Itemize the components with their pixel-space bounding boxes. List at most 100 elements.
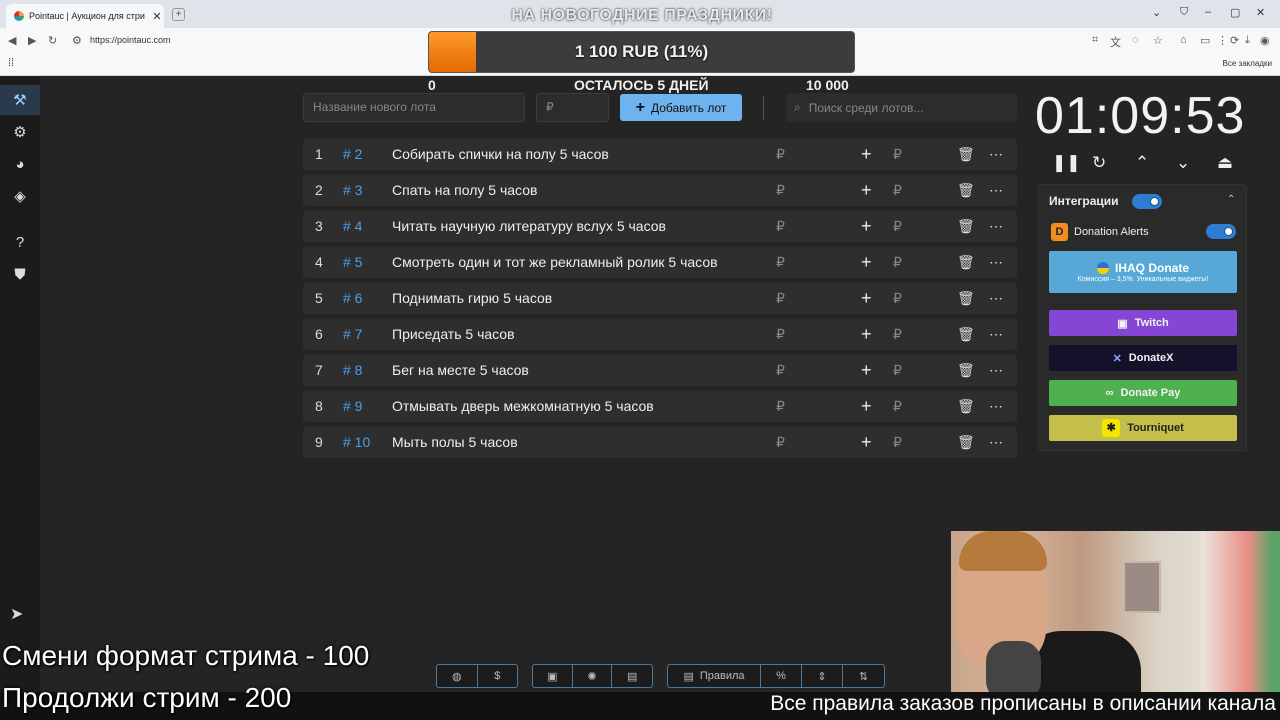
maximize-icon[interactable]: ▢ — [1230, 6, 1240, 19]
donatex-button[interactable]: ✕ DonateX — [1049, 345, 1237, 371]
lot-row[interactable]: 8 # 9 Отмывать дверь межкомнатную 5 часов ₽… — [303, 391, 1017, 422]
add-amount-rub-input[interactable]: ₽ — [893, 355, 902, 386]
window-menu-icon[interactable]: ⌄ — [1152, 6, 1161, 19]
sidebar-toggle-icon[interactable]: ▭ — [1200, 34, 1210, 47]
save-icon[interactable]: ▣ — [533, 665, 573, 687]
add-amount-plus-icon[interactable]: + — [861, 355, 872, 386]
lot-row[interactable]: 4 # 5 Смотреть один и тот же рекламный рол… — [303, 247, 1017, 278]
donate-dollar-icon[interactable]: $ — [478, 665, 518, 687]
new-tab-button[interactable]: + — [172, 8, 185, 21]
add-amount-rub-input[interactable]: ₽ — [893, 283, 902, 314]
lot-name[interactable]: Читать научную литературу вслух 5 часов — [392, 211, 666, 242]
add-amount-rub-input[interactable]: ₽ — [893, 175, 902, 206]
add-amount-plus-icon[interactable]: + — [861, 139, 872, 170]
lot-name[interactable]: Смотреть один и тот же рекламный ролик 5… — [392, 247, 718, 278]
forward-icon[interactable]: ▶ — [28, 34, 36, 47]
lot-search-input[interactable]: ⌕ Поиск среди лотов... — [786, 93, 1017, 122]
add-amount-plus-icon[interactable]: + — [861, 391, 872, 422]
donate-pay-button[interactable]: ∞ Donate Pay — [1049, 380, 1237, 406]
delete-trash-icon[interactable]: 🗑 — [957, 247, 975, 278]
delete-trash-icon[interactable]: 🗑 — [957, 175, 975, 206]
add-amount-plus-icon[interactable]: + — [861, 247, 872, 278]
lot-name[interactable]: Отмывать дверь межкомнатную 5 часов — [392, 391, 654, 422]
minimize-icon[interactable]: – — [1205, 6, 1211, 18]
bookmark-star-icon[interactable]: ☆ — [1153, 34, 1163, 47]
back-icon[interactable]: ◀ — [8, 34, 16, 47]
reset-icon[interactable]: ↻ — [1092, 153, 1106, 173]
add-amount-rub-input[interactable]: ₽ — [893, 211, 902, 242]
more-options-icon[interactable]: ⋯ — [989, 355, 1003, 386]
chevron-up-icon[interactable]: ⌃ — [1135, 153, 1149, 173]
lot-name[interactable]: Спать на полу 5 часов — [392, 175, 537, 206]
percent-button[interactable]: % — [761, 665, 802, 687]
browser-tab[interactable]: Pointauc | Аукцион для стримеров ✕ — [6, 4, 164, 28]
lot-row[interactable]: 2 # 3 Спать на полу 5 часов ₽ + ₽ 🗑 ⋯ — [303, 175, 1017, 206]
tourniquet-button[interactable]: ✱ Tourniquet — [1049, 415, 1237, 441]
menu-icon[interactable]: ⋮ — [1217, 34, 1228, 47]
new-lot-amount-input[interactable]: ₽ — [536, 93, 609, 122]
settings-gear-icon[interactable]: ⚙ — [0, 117, 40, 147]
donation-alerts-toggle[interactable] — [1206, 224, 1236, 239]
github-icon[interactable]: ◍ — [437, 665, 478, 687]
add-lot-button[interactable]: + Добавить лот — [620, 94, 742, 121]
wheel-pie-icon[interactable]: ◕ — [0, 149, 40, 179]
split-icon[interactable]: ⇕ — [802, 665, 843, 687]
more-options-icon[interactable]: ⋯ — [989, 319, 1003, 350]
twitch-button[interactable]: ▣ Twitch — [1049, 310, 1237, 336]
more-options-icon[interactable]: ⋯ — [989, 283, 1003, 314]
more-options-icon[interactable]: ⋯ — [989, 175, 1003, 206]
add-amount-plus-icon[interactable]: + — [861, 175, 872, 206]
delete-trash-icon[interactable]: 🗑 — [957, 283, 975, 314]
profile-icon[interactable]: ⛉ — [1180, 6, 1188, 19]
help-icon[interactable]: ? — [0, 227, 40, 257]
rules-button[interactable]: ▤ Правила — [668, 665, 761, 687]
delete-trash-icon[interactable]: 🗑 — [957, 391, 975, 422]
double-up-icon[interactable]: ⏏ — [1217, 153, 1233, 173]
add-amount-rub-input[interactable]: ₽ — [893, 247, 902, 278]
delete-trash-icon[interactable]: 🗑 — [957, 355, 975, 386]
downloads-icon[interactable]: ⤓ — [1245, 34, 1250, 47]
add-amount-rub-input[interactable]: ₽ — [893, 139, 902, 170]
lot-name[interactable]: Бег на месте 5 часов — [392, 355, 529, 386]
telegram-icon[interactable]: ➤ — [10, 604, 23, 624]
window-close-icon[interactable]: ✕ — [1256, 6, 1265, 19]
integrations-toggle[interactable] — [1132, 194, 1162, 209]
lot-name[interactable]: Поднимать гирю 5 часов — [392, 283, 552, 314]
clear-list-icon[interactable]: ▤ — [612, 665, 652, 687]
add-amount-plus-icon[interactable]: + — [861, 427, 872, 458]
add-amount-rub-input[interactable]: ₽ — [893, 319, 902, 350]
bug-icon[interactable]: ✺ — [573, 665, 613, 687]
delete-trash-icon[interactable]: 🗑 — [957, 319, 975, 350]
more-options-icon[interactable]: ⋯ — [989, 211, 1003, 242]
translate-icon[interactable]: 文 — [1110, 34, 1121, 50]
lot-row[interactable]: 9 # 10 Мыть полы 5 часов ₽ + ₽ 🗑 ⋯ — [303, 427, 1017, 458]
add-amount-rub-input[interactable]: ₽ — [893, 391, 902, 422]
delete-trash-icon[interactable]: 🗑 — [957, 211, 975, 242]
lot-row[interactable]: 5 # 6 Поднимать гирю 5 часов ₽ + ₽ 🗑 ⋯ — [303, 283, 1017, 314]
reload-icon[interactable]: ↻ — [48, 34, 57, 47]
hide-icon[interactable]: ◌ — [1132, 34, 1139, 46]
apps-grid-icon[interactable]: ⁞⁞ — [8, 57, 14, 69]
extensions-icon[interactable]: ⌗ — [1092, 34, 1098, 47]
lot-name[interactable]: Приседать 5 часов — [392, 319, 515, 350]
lot-row[interactable]: 1 # 2 Собирать спички на полу 5 часов ₽ + ₽ 🗑 ⋯ — [303, 139, 1017, 170]
layers-icon[interactable]: ◈ — [0, 181, 40, 211]
delete-trash-icon[interactable]: 🗑 — [957, 427, 975, 458]
more-options-icon[interactable]: ⋯ — [989, 427, 1003, 458]
lot-name[interactable]: Мыть полы 5 часов — [392, 427, 518, 458]
more-options-icon[interactable]: ⋯ — [989, 391, 1003, 422]
shield-icon[interactable]: ⛊ — [0, 259, 40, 289]
more-options-icon[interactable]: ⋯ — [989, 139, 1003, 170]
delete-trash-icon[interactable]: 🗑 — [957, 139, 975, 170]
lot-row[interactable]: 7 # 8 Бег на месте 5 часов ₽ + ₽ 🗑 ⋯ — [303, 355, 1017, 386]
all-bookmarks-link[interactable]: Все закладки — [1223, 59, 1272, 68]
pause-icon[interactable]: ❚❚ — [1052, 153, 1081, 173]
new-lot-name-input[interactable]: Название нового лота — [303, 93, 525, 122]
add-amount-plus-icon[interactable]: + — [861, 211, 872, 242]
add-amount-plus-icon[interactable]: + — [861, 283, 872, 314]
more-options-icon[interactable]: ⋯ — [989, 247, 1003, 278]
lot-row[interactable]: 3 # 4 Читать научную литературу вслух 5 ча… — [303, 211, 1017, 242]
home-icon[interactable]: ⌂ — [1180, 34, 1187, 46]
chevron-down-icon[interactable]: ⌄ — [1176, 153, 1190, 173]
site-settings-icon[interactable]: ⚙ — [72, 34, 82, 47]
